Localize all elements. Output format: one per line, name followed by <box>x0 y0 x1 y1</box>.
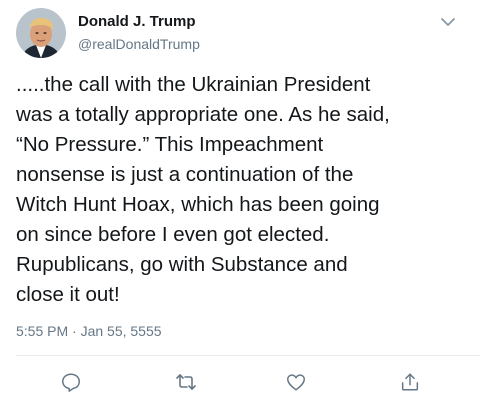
like-button[interactable] <box>284 372 308 396</box>
retweet-icon <box>174 371 198 398</box>
retweet-button[interactable] <box>174 372 198 396</box>
share-icon <box>399 371 421 398</box>
avatar[interactable] <box>16 8 66 58</box>
author-name[interactable]: Donald J. Trump <box>78 13 196 30</box>
author-handle[interactable]: @realDonaldTrump <box>78 36 200 52</box>
tweet-card: Donald J. Trump @realDonaldTrump .....th… <box>0 0 480 410</box>
reply-button[interactable] <box>59 372 83 396</box>
chevron-down-icon[interactable] <box>438 14 458 30</box>
share-button[interactable] <box>398 372 422 396</box>
tweet-timestamp[interactable]: 5:55 PM · Jan 55, 5555 <box>16 323 162 339</box>
divider <box>16 355 480 356</box>
tweet-text: .....the call with the Ukrainian Preside… <box>16 73 390 306</box>
like-icon <box>285 371 307 398</box>
reply-icon <box>60 371 82 398</box>
